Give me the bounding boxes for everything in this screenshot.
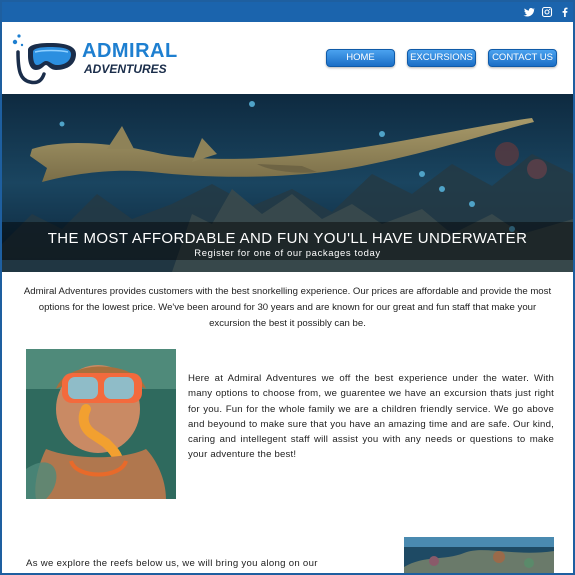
reef-photo [404,537,554,573]
instagram-icon[interactable] [540,5,554,19]
top-bar [2,2,573,22]
facebook-icon[interactable] [558,5,572,19]
hero-banner: THE MOST AFFORDABLE AND FUN YOU'LL HAVE … [2,94,573,272]
intro-paragraph: Admiral Adventures provides customers wi… [23,286,552,329]
nav-contact-button[interactable]: CONTACT US [488,49,557,67]
twitter-icon[interactable] [522,5,536,19]
brand-name: ADMIRAL [82,40,178,62]
about-paragraph: Here at Admiral Adventures we off the be… [188,373,554,461]
brand-tagline: ADVENTURES [84,62,167,76]
nav-excursions-button[interactable]: EXCURSIONS [407,49,476,67]
hero-subtitle[interactable]: Register for one of our packages today [2,248,573,259]
reef-paragraph: As we explore the reefs below us, we wil… [26,558,318,569]
site-header: ADMIRAL ADVENTURES HOME EXCURSIONS CONTA… [2,22,573,96]
page-frame: ADMIRAL ADVENTURES HOME EXCURSIONS CONTA… [0,0,575,575]
snorkeler-photo [26,349,176,499]
nav-home-button[interactable]: HOME [326,49,395,67]
hero-title: THE MOST AFFORDABLE AND FUN YOU'LL HAVE … [47,230,528,247]
snorkel-mask-logo[interactable] [10,30,80,88]
